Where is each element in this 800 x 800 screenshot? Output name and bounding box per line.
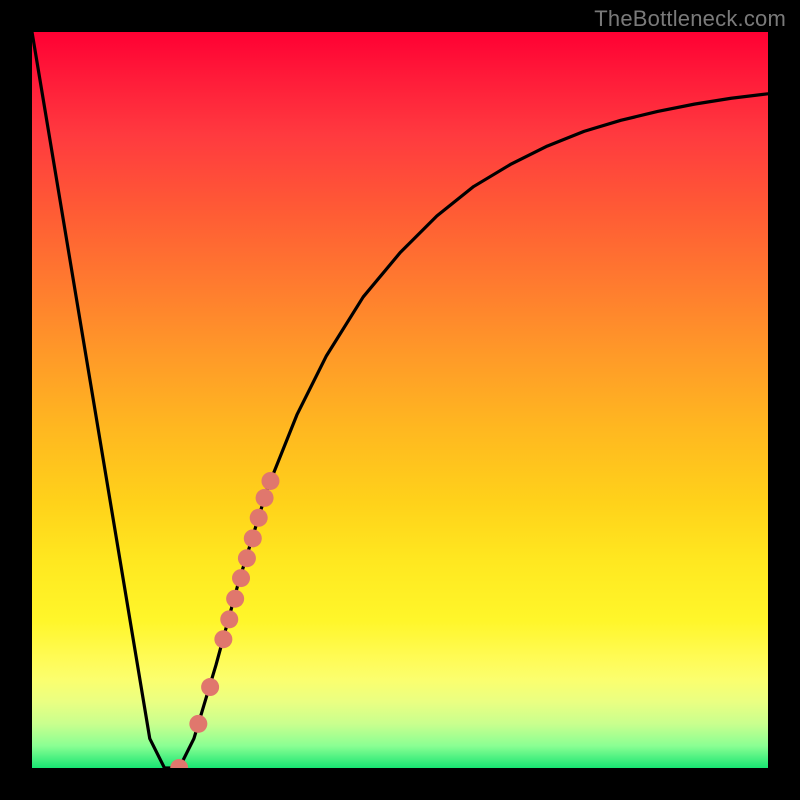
bottleneck-curve [32,32,768,768]
bead-marker [201,678,219,696]
plot-area [32,32,768,768]
bead-marker [214,630,232,648]
bead-marker [189,715,207,733]
chart-frame: TheBottleneck.com [0,0,800,800]
bead-marker [238,549,256,567]
highlight-beads [170,472,279,768]
bead-marker [256,489,274,507]
bead-marker [170,759,188,768]
bead-marker [226,590,244,608]
bead-marker [232,569,250,587]
watermark-text: TheBottleneck.com [594,6,786,32]
bead-marker [250,509,268,527]
bead-marker [261,472,279,490]
curve-layer [32,32,768,768]
bead-marker [244,529,262,547]
bead-marker [220,610,238,628]
